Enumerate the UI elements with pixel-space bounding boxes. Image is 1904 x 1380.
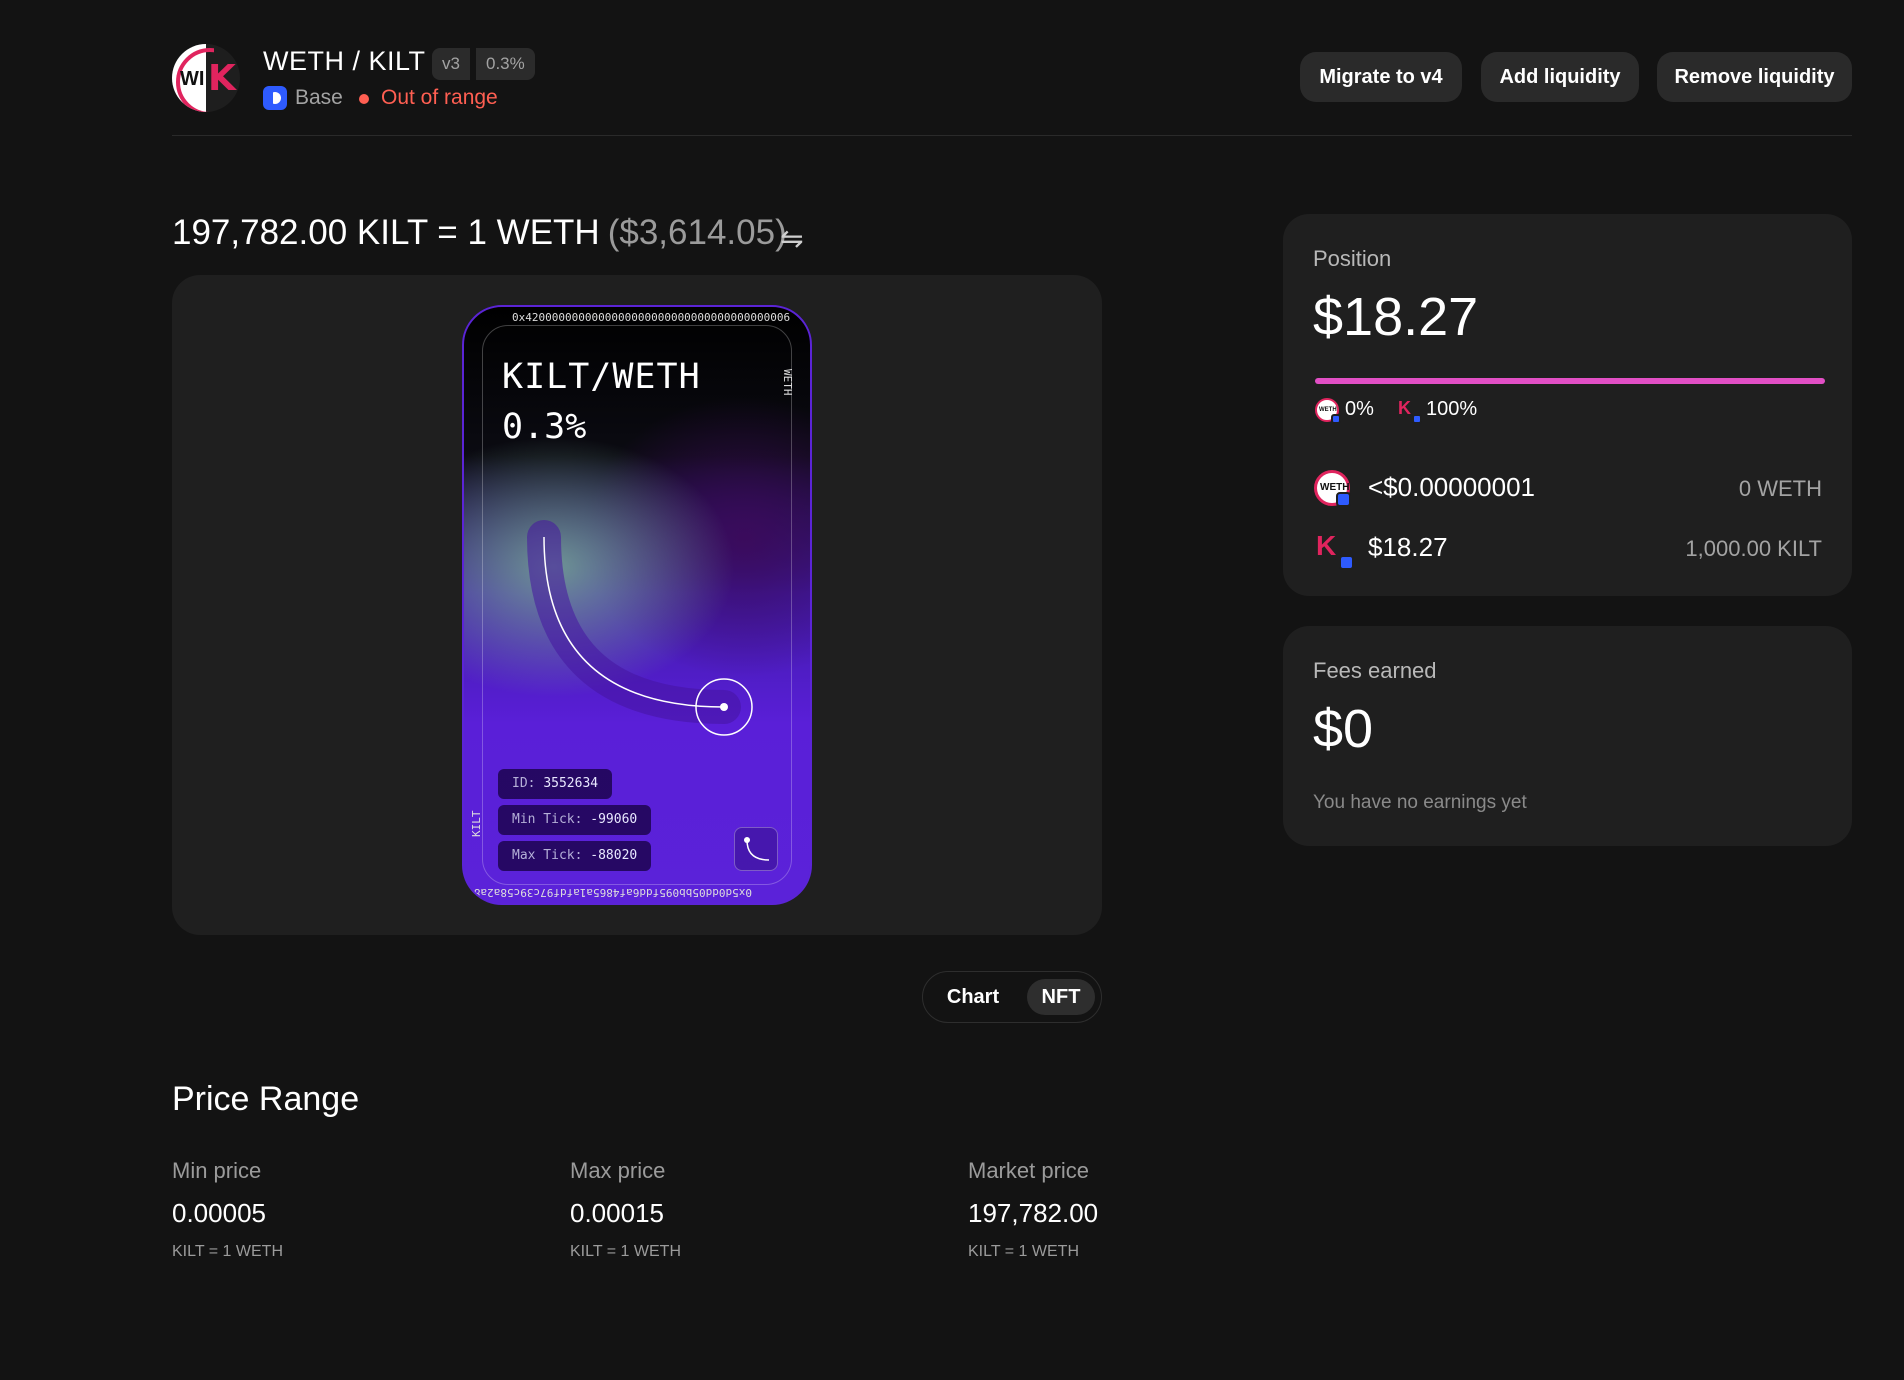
market-price-label: Market price [968, 1158, 1090, 1183]
min-price-label: Min price [172, 1158, 262, 1183]
nft-min-tick-tag: Min Tick: -99060 [498, 805, 652, 835]
position-card: Position $18.27 WETH 0% K 100% WETH <$0.… [1283, 214, 1852, 596]
price-usd: ($3,614.05) [607, 213, 787, 252]
nft-min-tick-value: -99060 [590, 812, 638, 827]
version-badge: v3 [432, 48, 470, 80]
position-header: WI K WETH / KILT v3 0.3% Base Out of ran… [172, 42, 1852, 136]
range-status: Out of range [381, 86, 498, 109]
nft-id-tag: ID: 3552634 [498, 769, 613, 799]
swap-direction-icon[interactable]: ⇋ [780, 222, 803, 255]
fee-tier-badge: 0.3% [474, 48, 535, 80]
kilt-mini-icon: K [1396, 398, 1422, 424]
base-chain-icon [263, 86, 287, 110]
kilt-usd-value: $18.27 [1368, 532, 1448, 562]
nft-id-label: ID: [512, 776, 536, 791]
weth-amount: 0 WETH [1738, 476, 1822, 501]
token-ratio-bar [1315, 378, 1825, 384]
price-headline: 197,782.00 KILT = 1 WETH ($3,614.05) [172, 213, 787, 253]
weth-logo-text: WI [180, 68, 205, 90]
add-liquidity-button[interactable]: Add liquidity [1481, 52, 1639, 102]
nft-min-tick-label: Min Tick: [512, 812, 583, 827]
kilt-token-icon: K [1314, 530, 1354, 570]
market-price-unit: KILT = 1 WETH [968, 1243, 1079, 1260]
nft-id-value: 3552634 [543, 776, 599, 791]
position-label: Position [1313, 246, 1392, 271]
max-price-block: Max price 0.00015 KILT = 1 WETH [570, 1158, 681, 1261]
weth-token-icon: WETH [1314, 470, 1351, 507]
min-price-unit: KILT = 1 WETH [172, 1243, 283, 1260]
max-price-unit: KILT = 1 WETH [570, 1243, 681, 1260]
nft-mini-curve-icon [734, 827, 778, 871]
fees-value: $0 [1313, 699, 1374, 759]
toggle-chart-button[interactable]: Chart [933, 979, 1013, 1015]
status-dot-icon [359, 94, 369, 104]
position-nft: 0x42000000000000000000000000000000000000… [462, 305, 812, 905]
nft-curve-dot [720, 703, 728, 711]
min-price-value: 0.00005 [172, 1198, 266, 1228]
weth-mini-icon: WETH [1315, 398, 1341, 424]
kilt-amount: 1,000.00 KILT [1685, 536, 1822, 561]
remove-liquidity-button[interactable]: Remove liquidity [1657, 52, 1852, 102]
fees-note: You have no earnings yet [1313, 792, 1527, 813]
max-price-label: Max price [570, 1158, 666, 1183]
nft-max-tick-value: -88020 [590, 848, 638, 863]
fees-label: Fees earned [1313, 658, 1437, 683]
price-range-title: Price Range [172, 1080, 360, 1118]
weth-usd-value: <$0.00000001 [1368, 472, 1536, 502]
min-price-block: Min price 0.00005 KILT = 1 WETH [172, 1158, 283, 1261]
pair-logo: WI K [172, 44, 240, 112]
toggle-nft-button[interactable]: NFT [1027, 979, 1095, 1015]
kilt-percent: 100% [1426, 398, 1478, 420]
market-price-block: Market price 197,782.00 KILT = 1 WETH [968, 1158, 1098, 1261]
price-rate: 197,782.00 KILT = 1 WETH [172, 213, 600, 252]
view-toggle: Chart NFT [922, 971, 1102, 1023]
kilt-logo-mark: K [208, 58, 236, 99]
weth-percent: 0% [1345, 398, 1374, 420]
fees-card: Fees earned $0 You have no earnings yet [1283, 626, 1852, 846]
nft-curve-shadow [527, 520, 741, 724]
nft-max-tick-tag: Max Tick: -88020 [498, 841, 652, 871]
nft-max-tick-label: Max Tick: [512, 848, 583, 863]
position-value: $18.27 [1313, 287, 1479, 347]
pair-title: WETH / KILT [263, 46, 426, 76]
chain-name: Base [295, 86, 343, 109]
max-price-value: 0.00015 [570, 1198, 664, 1228]
market-price-value: 197,782.00 [968, 1198, 1099, 1228]
migrate-button[interactable]: Migrate to v4 [1300, 52, 1462, 102]
nft-preview-panel: 0x42000000000000000000000000000000000000… [172, 275, 1102, 935]
